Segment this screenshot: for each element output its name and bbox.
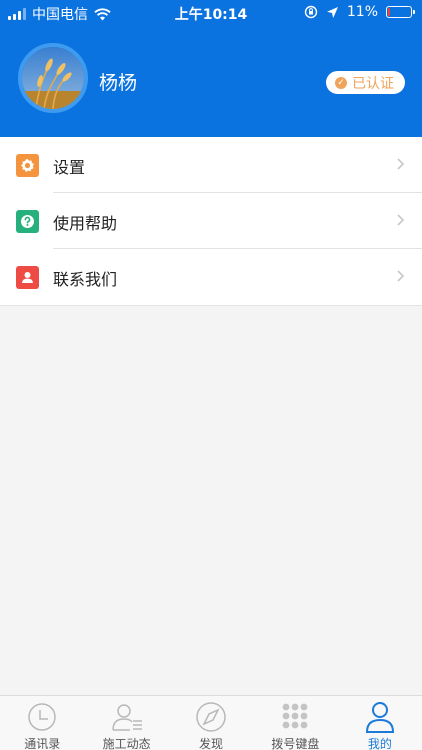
user-name: 杨杨 xyxy=(99,72,138,94)
tab-label: 施工动态 xyxy=(102,737,151,750)
menu-item-contact[interactable]: 联系我们 xyxy=(0,249,422,305)
contact-icon xyxy=(16,266,39,289)
menu-item-label: 联系我们 xyxy=(53,270,118,289)
tab-dial-pad[interactable]: 拨号键盘 xyxy=(253,696,337,750)
menu-item-settings[interactable]: 设置 xyxy=(0,137,422,193)
tab-label: 我的 xyxy=(367,737,392,750)
tab-label: 发现 xyxy=(199,737,224,750)
person-list-icon xyxy=(111,704,142,731)
clock-icon xyxy=(28,703,56,731)
gear-icon xyxy=(16,154,39,177)
location-icon xyxy=(326,6,338,18)
status-bar: 中国电信 上午10:14 11% xyxy=(0,0,422,24)
orientation-lock-icon xyxy=(304,5,318,19)
person-icon xyxy=(365,702,394,733)
tab-label: 拨号键盘 xyxy=(271,737,320,750)
chevron-right-icon xyxy=(397,214,405,226)
menu-item-label: 使用帮助 xyxy=(53,214,118,233)
verified-badge-label: 已认证 xyxy=(352,75,394,92)
tab-mine[interactable]: 我的 xyxy=(338,696,422,750)
keypad-icon xyxy=(283,703,308,729)
tab-discover[interactable]: 发现 xyxy=(169,696,253,750)
chevron-right-icon xyxy=(397,270,405,282)
battery-percent: 11% xyxy=(346,4,378,20)
profile-header: 中国电信 上午10:14 11% 杨杨 ✓ 已认证 xyxy=(0,0,422,137)
tab-contacts[interactable]: 通讯录 xyxy=(0,696,84,750)
help-icon xyxy=(16,210,39,233)
battery-icon xyxy=(386,6,415,18)
tab-bar: 通讯录 施工动态 发现 拨号键盘 我的 xyxy=(0,695,422,750)
tab-label: 通讯录 xyxy=(24,737,61,750)
check-icon: ✓ xyxy=(335,76,347,89)
tab-construction-news[interactable]: 施工动态 xyxy=(84,696,168,750)
chevron-right-icon xyxy=(397,158,405,170)
compass-icon xyxy=(196,702,226,732)
avatar[interactable] xyxy=(18,43,88,113)
menu-item-label: 设置 xyxy=(53,158,86,177)
menu-item-help[interactable]: 使用帮助 xyxy=(0,193,422,249)
verified-badge: ✓ 已认证 xyxy=(326,71,405,94)
settings-menu: 设置 使用帮助 联系我们 xyxy=(0,137,422,306)
